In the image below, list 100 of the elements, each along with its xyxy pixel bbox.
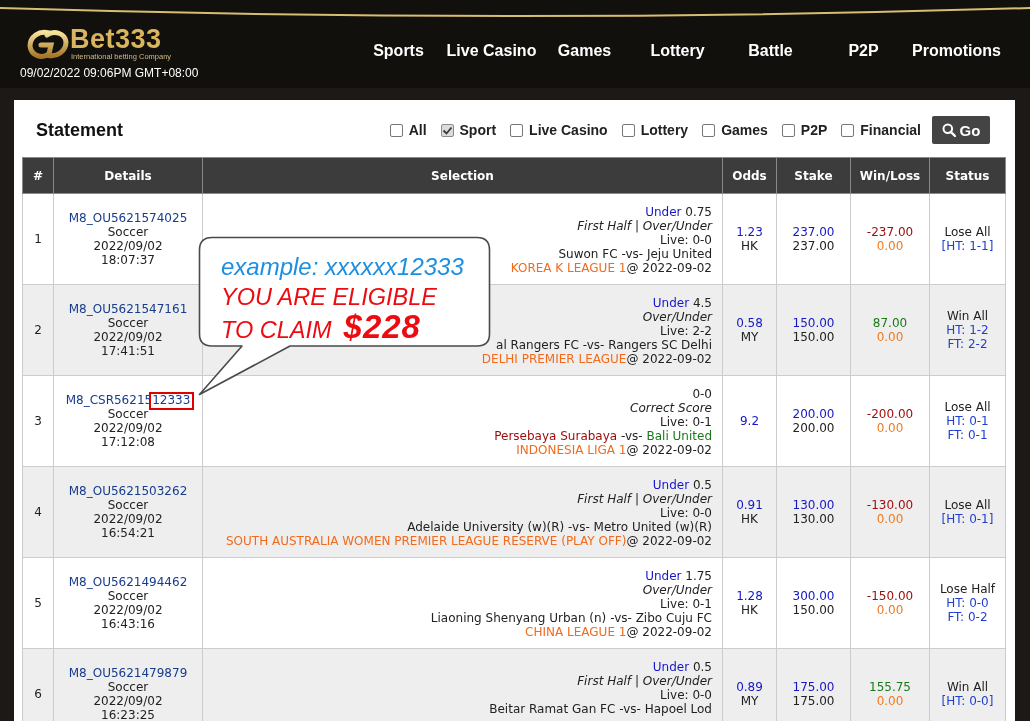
row-number: 4 <box>34 505 42 519</box>
nav-link[interactable]: Games <box>557 41 612 61</box>
win-loss-amount: 87.00 <box>872 316 908 330</box>
odds-format: HK <box>741 603 758 617</box>
stake-amount: 175.00 <box>792 680 835 694</box>
actual-stake: 130.00 <box>792 512 835 526</box>
checkbox[interactable] <box>510 123 524 137</box>
actual-stake: 175.00 <box>792 694 835 708</box>
checkbox-label[interactable]: Sport <box>459 121 497 139</box>
row-number: 3 <box>34 414 42 428</box>
checkbox-label[interactable]: Games <box>721 121 768 139</box>
bet-pick: Under 0.75 <box>645 205 712 219</box>
commission-amount: 0.00 <box>876 330 904 344</box>
win-loss-amount: 155.75 <box>869 680 911 694</box>
status-score: FT: 2-2 <box>947 337 988 351</box>
status-result: Win All <box>946 680 989 694</box>
odds-format: HK <box>741 512 758 526</box>
commission-amount: 0.00 <box>876 694 904 708</box>
logo-wordmark: Bet333 <box>70 26 163 52</box>
column-header: # <box>22 157 54 194</box>
checkbox-label[interactable]: Live Casino <box>529 121 608 139</box>
status-result: Lose All <box>944 498 991 512</box>
checkbox-label[interactable]: Lottery <box>640 121 689 139</box>
bet-date: 2022/09/02 <box>93 330 163 344</box>
checkbox[interactable] <box>440 123 454 137</box>
bet-date: 2022/09/02 <box>93 239 163 253</box>
checkbox[interactable] <box>621 123 635 137</box>
checkbox-label[interactable]: P2P <box>800 121 828 139</box>
nav-link[interactable]: Live Casino <box>446 41 537 61</box>
bubble-amount: $228 <box>343 312 421 342</box>
nav-link[interactable]: Promotions <box>912 41 1001 61</box>
header-datetime: 09/02/2022 09:06PM GMT+08:00 <box>20 66 199 80</box>
bet-market: Over/Under <box>642 310 712 324</box>
sport-name: Soccer <box>107 589 149 603</box>
commission-amount: 0.00 <box>876 239 904 253</box>
live-score: Live: 0-0 <box>660 506 712 520</box>
bet-id-link[interactable]: M8_OU5621479879 <box>68 666 188 680</box>
nav-link[interactable]: P2P <box>848 41 879 61</box>
bet-pick: Under 1.75 <box>645 569 712 583</box>
bet-id-link[interactable]: M8_OU5621494462 <box>68 575 188 589</box>
column-header: Stake <box>776 157 851 194</box>
stake-amount: 200.00 <box>792 407 835 421</box>
checkbox-label[interactable]: All <box>408 121 427 139</box>
bet-date: 2022/09/02 <box>93 603 163 617</box>
sport-name: Soccer <box>107 225 149 239</box>
odds-value: 9.2 <box>739 414 760 428</box>
match-teams: Persebaya Surabaya -vs- Bali United <box>494 429 712 443</box>
nav-link[interactable]: Sports <box>373 41 424 61</box>
checkbox[interactable] <box>781 123 795 137</box>
row-number: 5 <box>34 596 42 610</box>
checkbox-label[interactable]: Financial <box>860 121 921 139</box>
status-score: [HT: 0-1] <box>941 512 994 526</box>
status-score: [HT: 0-0] <box>941 694 994 708</box>
checkbox[interactable] <box>389 123 403 137</box>
status-score: HT: 1-2 <box>946 323 989 337</box>
column-header: Odds <box>722 157 777 194</box>
checkbox[interactable] <box>702 123 716 137</box>
stake-amount: 130.00 <box>792 498 835 512</box>
column-header: Details <box>53 157 203 194</box>
bet-market: First Half | Over/Under <box>577 219 712 233</box>
bet-market: Correct Score <box>630 401 712 415</box>
search-icon <box>941 123 956 137</box>
match-teams: Adelaide University (w)(R) -vs- Metro United (w)(R) <box>407 520 712 534</box>
bet-time: 16:54:21 <box>101 526 155 540</box>
bet-pick: Under 4.5 <box>652 296 712 310</box>
bet-time: 16:43:16 <box>101 617 155 631</box>
league-date: DELHI PREMIER LEAGUE@ 2022-09-02 <box>481 352 712 366</box>
odds-value: 1.28 <box>736 589 763 603</box>
bet-time: 16:23:25 <box>101 708 155 721</box>
logo-emblem-icon <box>27 27 69 60</box>
odds-format: HK <box>741 239 758 253</box>
bet-date: 2022/09/02 <box>93 512 163 526</box>
status-result: Lose All <box>944 400 991 414</box>
league-date: INDONESIA LIGA 1@ 2022-09-02 <box>516 443 712 457</box>
bubble-example-text: example: xxxxxx12333 <box>221 252 464 282</box>
bet-time: 17:41:51 <box>101 344 155 358</box>
actual-stake: 237.00 <box>792 239 835 253</box>
actual-stake: 200.00 <box>792 421 835 435</box>
league-date: SOUTH AUSTRALIA WOMEN PREMIER LEAGUE RESERVE (PLAY OFF)@ 2022-09-02 <box>225 534 712 548</box>
nav-link[interactable]: Battle <box>748 41 793 61</box>
status-result: Lose Half <box>939 582 996 596</box>
actual-stake: 150.00 <box>792 330 835 344</box>
odds-value: 0.91 <box>736 498 763 512</box>
bubble-message-line: YOU ARE ELIGIBLE <box>221 283 437 312</box>
nav-link[interactable]: Lottery <box>650 41 705 61</box>
status-result: Lose All <box>944 225 991 239</box>
status-result: Win All <box>946 309 989 323</box>
bet-id-link[interactable]: M8_OU5621574025 <box>68 211 188 225</box>
bet-id-link[interactable]: M8_OU5621503262 <box>68 484 188 498</box>
sport-name: Soccer <box>107 316 149 330</box>
live-score: Live: 0-1 <box>660 597 712 611</box>
actual-stake: 150.00 <box>792 603 835 617</box>
checkbox[interactable] <box>841 123 855 137</box>
stake-amount: 150.00 <box>792 316 835 330</box>
status-score: HT: 0-0 <box>946 596 989 610</box>
sport-name: Soccer <box>107 407 149 421</box>
bet-date: 2022/09/02 <box>93 694 163 708</box>
go-button[interactable]: Go <box>932 116 990 144</box>
bet-id-link[interactable]: M8_OU5621547161 <box>68 302 188 316</box>
page-title: Statement <box>36 119 124 141</box>
